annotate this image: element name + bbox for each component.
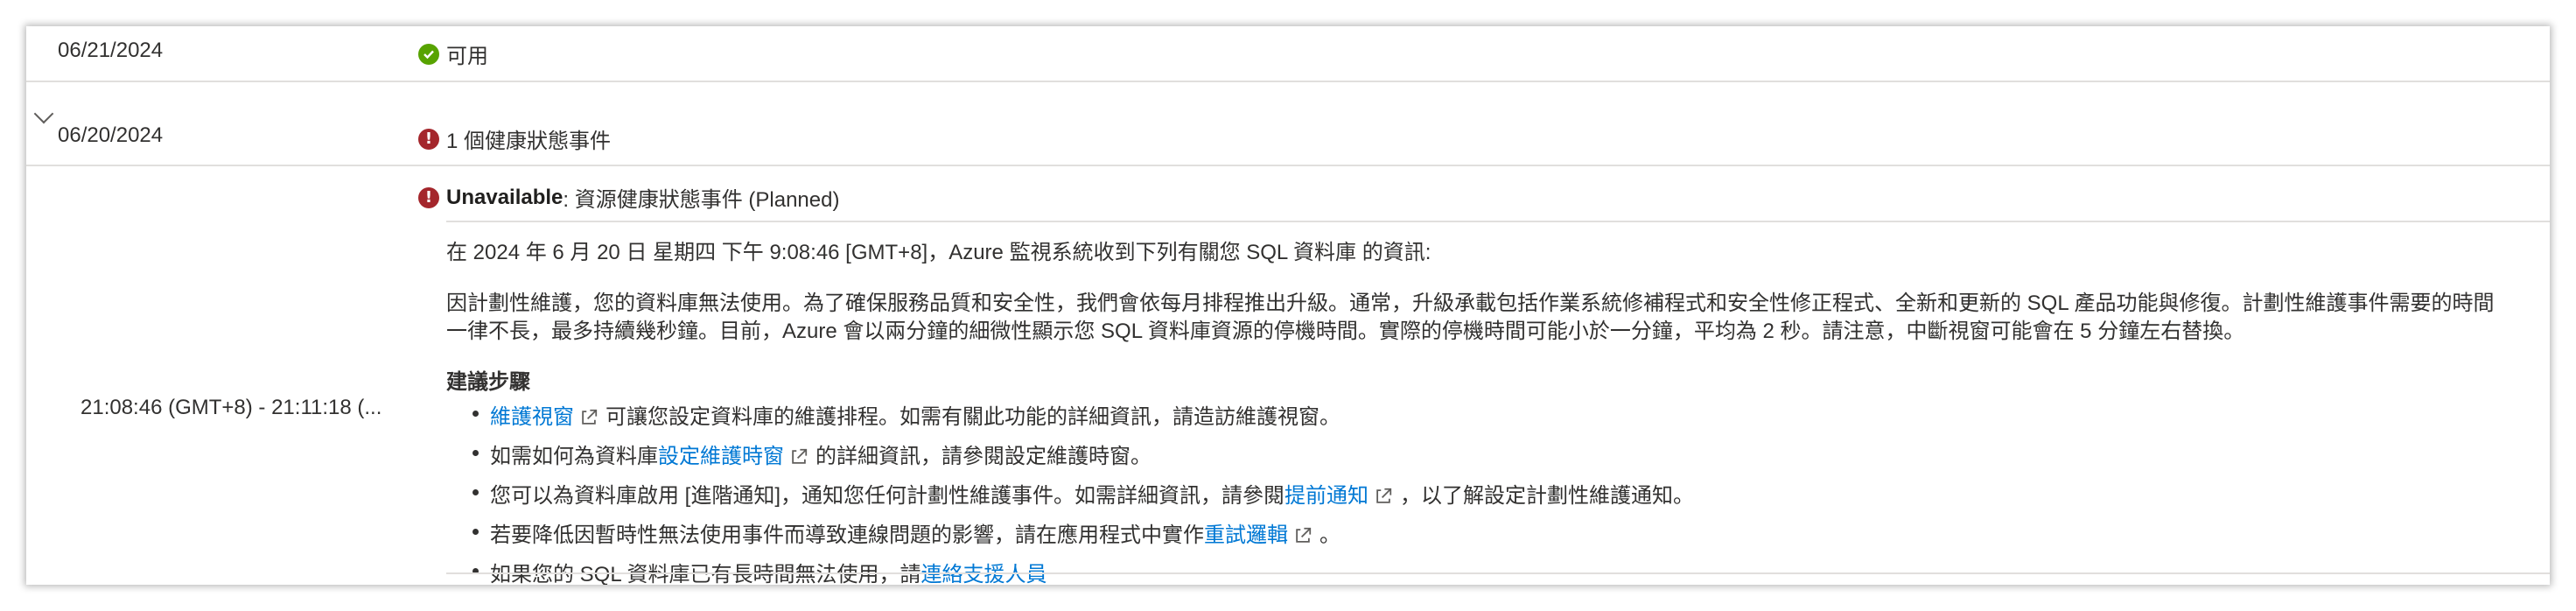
status-text: 1 個健康狀態事件 xyxy=(446,130,612,153)
error-circle-icon: ! xyxy=(418,128,439,150)
maintenance-window-link[interactable]: 維護視窗 xyxy=(490,399,574,430)
chevron-down-icon[interactable] xyxy=(33,103,54,124)
retry-logic-link[interactable]: 重試邏輯 xyxy=(1204,517,1288,548)
event-time-range: 21:08:46 (GMT+8) - 21:11:18 (... xyxy=(80,396,382,419)
error-circle-icon: ! xyxy=(418,186,439,208)
row-status: ! 1 個健康狀態事件 xyxy=(418,123,611,154)
row-date: 06/21/2024 xyxy=(58,39,164,62)
event-status-label: Unavailable xyxy=(446,185,564,209)
row-date: 06/20/2024 xyxy=(58,123,164,147)
external-link-icon xyxy=(792,448,808,464)
step-item: 如果您的 SQL 資料庫已有長時間無法使用，請 連絡支援人員 xyxy=(472,557,1046,585)
event-body-line-1: 因計劃性維護，您的資料庫無法使用。為了確保服務品質和安全性，我們會依每月排程推出… xyxy=(446,291,2495,315)
contact-support-link[interactable]: 連絡支援人員 xyxy=(920,557,1046,585)
external-link-icon xyxy=(1296,527,1312,543)
step-item: 若要降低因暫時性無法使用事件而導致連線問題的影響，請在應用程式中實作 重試邏輯 … xyxy=(472,517,1340,548)
external-link-icon xyxy=(1376,488,1392,503)
external-link-icon xyxy=(582,409,598,425)
advance-notifications-link[interactable]: 提前通知 xyxy=(1284,478,1368,509)
row-status: 可用 xyxy=(418,39,488,69)
event-body-line-2: 一律不長，最多持續幾秒鐘。目前，Azure 會以兩分鐘的細微性顯示您 SQL 資… xyxy=(446,320,2245,343)
step-item: 您可以為資料庫啟用 [進階通知]，通知您任何計劃性維護事件。如需詳細資訊，請參閱… xyxy=(472,478,1694,509)
bullet xyxy=(472,489,479,495)
event-type-label: : 資源健康狀態事件 (Planned) xyxy=(563,188,840,212)
configure-maintenance-window-link[interactable]: 設定維護時窗 xyxy=(658,439,784,469)
bullet xyxy=(472,529,479,535)
check-circle-icon xyxy=(418,43,439,65)
health-history-panel: 06/21/2024 可用 06/20/2024 ! 1 個健康狀態事件 21:… xyxy=(26,26,2550,585)
step-item: 維護視窗 可讓您設定資料庫的維護排程。如需有關此功能的詳細資訊，請造訪維護視窗。 xyxy=(472,399,1340,430)
event-intro: 在 2024 年 6 月 20 日 星期四 下午 9:08:46 [GMT+8]… xyxy=(446,241,1432,264)
steps-heading: 建議步驟 xyxy=(446,370,530,394)
divider xyxy=(446,572,2550,574)
event-detail-row: 21:08:46 (GMT+8) - 21:11:18 (... ! Unava… xyxy=(26,166,2550,585)
event-title: ! Unavailable : 資源健康狀態事件 (Planned) xyxy=(418,182,839,213)
history-row-0620[interactable]: 06/20/2024 ! 1 個健康狀態事件 xyxy=(26,82,2550,166)
bullet xyxy=(472,411,479,417)
status-text: 可用 xyxy=(446,45,488,68)
bullet xyxy=(472,450,479,456)
divider xyxy=(446,221,2550,222)
step-item: 如需如何為資料庫 設定維護時窗 的詳細資訊，請參閱設定維護時窗。 xyxy=(472,439,1152,469)
history-row-0621[interactable]: 06/21/2024 可用 xyxy=(26,26,2550,82)
